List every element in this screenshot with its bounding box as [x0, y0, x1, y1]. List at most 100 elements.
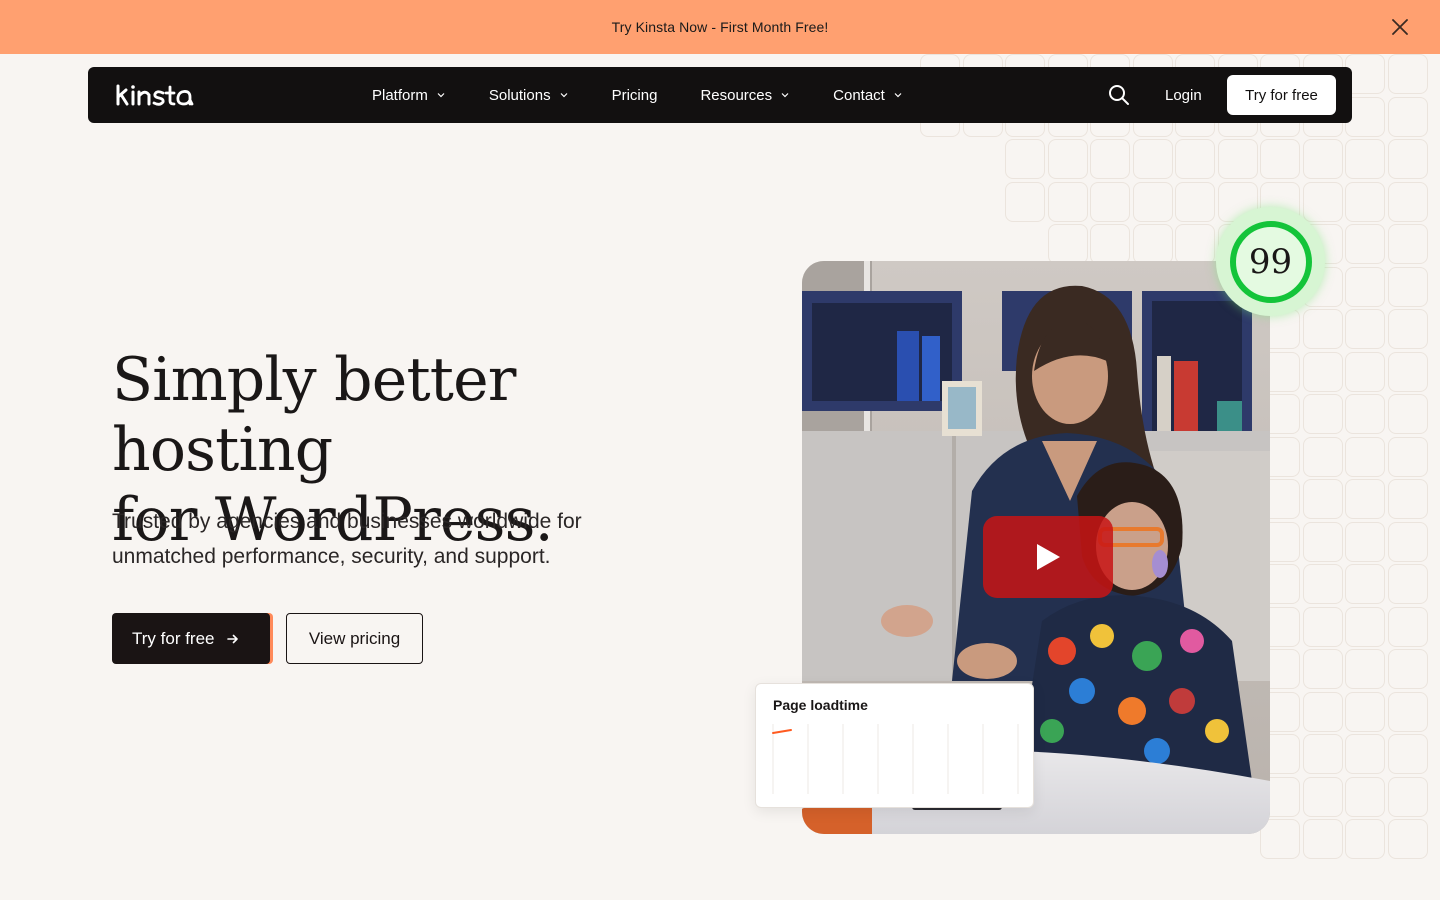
- grid-cell: [1345, 309, 1385, 349]
- chevron-down-icon: [894, 93, 902, 98]
- grid-cell: [1387, 181, 1428, 222]
- grid-cell: [1302, 394, 1343, 434]
- grid-cell: [1175, 139, 1215, 179]
- grid-cell: [1260, 819, 1300, 859]
- grid-cell: [1387, 54, 1428, 94]
- kinsta-logo[interactable]: [116, 84, 200, 106]
- grid-cell: [1090, 224, 1130, 264]
- try-for-free-button[interactable]: Try for free: [112, 613, 270, 664]
- grid-cell: [1260, 139, 1300, 179]
- grid-cell: [1345, 181, 1385, 222]
- login-link[interactable]: Login: [1165, 67, 1202, 123]
- nav-item-resources[interactable]: Resources: [700, 87, 790, 104]
- grid-cell: [1132, 224, 1173, 264]
- grid-cell: [1387, 96, 1428, 137]
- page-loadtime-card: Page loadtime: [755, 683, 1034, 808]
- grid-cell: [1175, 224, 1215, 264]
- grid-cell: [1302, 776, 1343, 817]
- nav-item-label: Pricing: [611, 86, 658, 104]
- hero-subtitle: Trusted by agencies and businesses world…: [112, 504, 652, 574]
- grid-cell: [1217, 139, 1258, 179]
- performance-score-badge: 99: [1216, 207, 1325, 316]
- grid-cell: [1302, 521, 1343, 562]
- grid-cell: [1387, 819, 1428, 859]
- grid-cell: [1345, 436, 1385, 477]
- play-icon: [1037, 544, 1060, 570]
- grid-cell: [1345, 266, 1385, 307]
- video-play-button[interactable]: [983, 516, 1113, 598]
- hero-subtitle-line: Trusted by agencies and businesses world…: [112, 510, 582, 533]
- grid-cell: [1387, 436, 1428, 477]
- grid-cell: [1387, 734, 1428, 774]
- loadtime-chart: [772, 724, 1019, 794]
- grid-cell: [1047, 224, 1088, 264]
- grid-cell: [1345, 479, 1385, 519]
- grid-cell: [1387, 649, 1428, 689]
- grid-cell: [1302, 564, 1343, 604]
- chevron-down-icon: [560, 93, 568, 98]
- grid-cell: [1005, 139, 1045, 179]
- grid-cell: [1175, 181, 1215, 222]
- grid-cell: [1132, 181, 1173, 222]
- chevron-down-icon: [781, 93, 789, 98]
- grid-cell: [1132, 139, 1173, 179]
- grid-cell: [1302, 309, 1343, 349]
- grid-cell: [1302, 351, 1343, 392]
- promo-text[interactable]: Try Kinsta Now - First Month Free!: [612, 19, 829, 35]
- loadtime-line: [772, 729, 792, 734]
- grid-cell: [1302, 139, 1343, 179]
- nav-try-for-free-button[interactable]: Try for free: [1227, 75, 1336, 115]
- grid-cell: [1345, 649, 1385, 689]
- search-icon[interactable]: [1108, 84, 1130, 106]
- grid-cell: [1345, 139, 1385, 179]
- grid-cell: [1387, 351, 1428, 392]
- grid-cell: [1047, 181, 1088, 222]
- grid-cell: [1090, 181, 1130, 222]
- grid-cell: [1345, 521, 1385, 562]
- arrow-right-icon: [226, 634, 238, 643]
- nav-item-label: Contact: [833, 86, 885, 104]
- nav-item-platform[interactable]: Platform: [372, 87, 446, 104]
- grid-cell: [1302, 819, 1343, 859]
- nav-item-solutions[interactable]: Solutions: [489, 87, 569, 104]
- grid-cell: [1345, 606, 1385, 647]
- close-icon[interactable]: [1390, 17, 1410, 37]
- hero-subtitle-line: unmatched performance, security, and sup…: [112, 545, 551, 568]
- grid-cell: [1387, 479, 1428, 519]
- score-value: 99: [1248, 241, 1293, 282]
- main-nav: Platform Solutions Pricing Resources Con…: [88, 67, 1352, 123]
- nav-item-contact[interactable]: Contact: [833, 87, 903, 104]
- grid-cell: [1387, 691, 1428, 732]
- grid-cell: [1387, 776, 1428, 817]
- grid-cell: [1345, 776, 1385, 817]
- promo-banner: Try Kinsta Now - First Month Free!: [0, 0, 1440, 54]
- nav-item-label: Platform: [372, 86, 428, 104]
- nav-item-label: Solutions: [488, 86, 551, 104]
- grid-cell: [1345, 224, 1385, 264]
- grid-cell: [1345, 691, 1385, 732]
- grid-cell: [1387, 564, 1428, 604]
- grid-cell: [1345, 819, 1385, 859]
- grid-cell: [1302, 436, 1343, 477]
- grid-cell: [1302, 691, 1343, 732]
- grid-cell: [1387, 224, 1428, 264]
- grid-cell: [1302, 181, 1343, 222]
- grid-cell: [1302, 734, 1343, 774]
- nav-item-pricing[interactable]: Pricing: [612, 87, 658, 104]
- nav-item-label: Resources: [700, 86, 773, 104]
- view-pricing-button[interactable]: View pricing: [286, 613, 423, 664]
- grid-cell: [1345, 564, 1385, 604]
- score-ring: 99: [1229, 220, 1312, 303]
- chevron-down-icon: [437, 93, 445, 98]
- grid-cell: [1387, 394, 1428, 434]
- grid-cell: [1387, 309, 1428, 349]
- nav-menu: Platform Solutions Pricing Resources Con…: [372, 67, 946, 123]
- grid-cell: [1345, 351, 1385, 392]
- grid-cell: [1005, 181, 1045, 222]
- loadtime-title: Page loadtime: [773, 697, 868, 713]
- grid-cell: [1387, 606, 1428, 647]
- grid-cell: [1047, 139, 1088, 179]
- grid-cell: [1302, 649, 1343, 689]
- grid-cell: [1345, 734, 1385, 774]
- grid-cell: [1387, 266, 1428, 307]
